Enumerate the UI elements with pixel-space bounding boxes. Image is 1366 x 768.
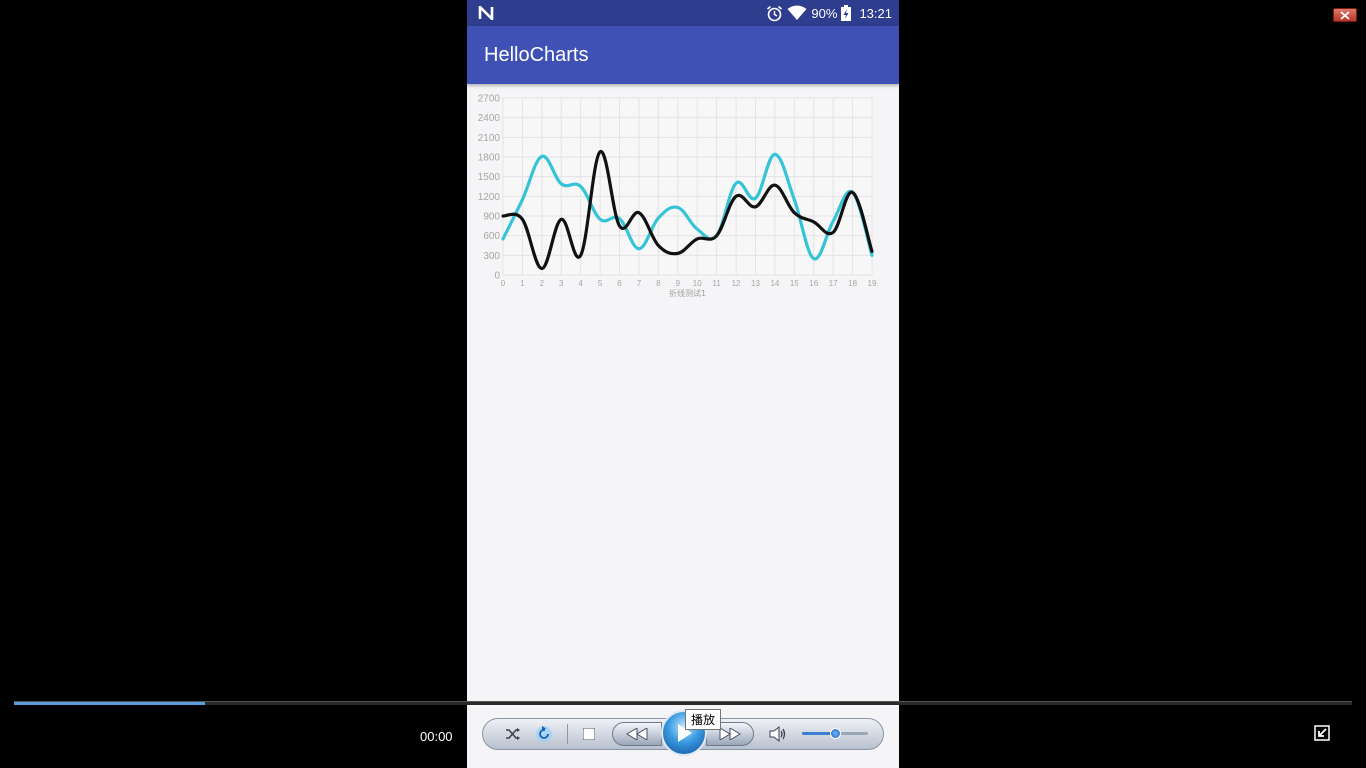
- x-tick-label: 4: [578, 279, 583, 288]
- y-tick-label: 1200: [478, 192, 501, 203]
- y-tick-label: 1500: [478, 172, 501, 183]
- close-icon: [1340, 10, 1350, 20]
- y-tick-label: 300: [483, 251, 500, 262]
- app-title: HelloCharts: [484, 44, 589, 66]
- seek-bar[interactable]: [14, 701, 1352, 705]
- stop-button[interactable]: [581, 726, 597, 742]
- x-tick-label: 16: [809, 279, 818, 288]
- x-tick-label: 14: [770, 279, 779, 288]
- wifi-icon: [787, 5, 807, 20]
- x-tick-label: 5: [598, 279, 603, 288]
- exit-fullscreen-icon: [1314, 725, 1330, 741]
- x-tick-label: 7: [637, 279, 642, 288]
- repeat-icon: [536, 726, 552, 742]
- y-tick-label: 1800: [478, 153, 501, 164]
- x-tick-label: 6: [617, 279, 622, 288]
- repeat-button[interactable]: [534, 724, 554, 744]
- phone-screen: 90% 13:21 HelloCharts 0 300 600 900 1200 1500…: [467, 0, 899, 768]
- battery-charging-icon: [841, 5, 852, 21]
- y-tick-label: 2100: [478, 133, 501, 144]
- x-tick-label: 1: [520, 279, 525, 288]
- play-tooltip: 播放: [685, 709, 722, 730]
- status-time: 13:21: [859, 5, 892, 21]
- y-tick-label: 2700: [478, 94, 501, 105]
- current-time: 00:00: [420, 729, 453, 744]
- status-bar: 90% 13:21: [467, 0, 899, 26]
- x-tick-label: 0: [501, 279, 506, 288]
- y-tick-label: 2400: [478, 113, 501, 124]
- x-tick-label: 9: [676, 279, 681, 288]
- shuffle-button[interactable]: [504, 725, 522, 743]
- battery-percent: 90%: [811, 5, 838, 21]
- x-tick-label: 17: [829, 279, 838, 288]
- x-tick-label: 2: [540, 279, 545, 288]
- x-tick-label: 18: [848, 279, 857, 288]
- exit-fullscreen-button[interactable]: [1314, 725, 1330, 741]
- alarm-icon: [767, 5, 783, 21]
- y-tick-label: 0: [494, 271, 500, 282]
- seek-progress: [14, 702, 206, 705]
- window-close-button[interactable]: [1333, 8, 1357, 22]
- x-tick-label: 12: [732, 279, 741, 288]
- x-tick-label: 19: [868, 279, 877, 288]
- shuffle-icon: [506, 728, 520, 740]
- rewind-icon: [626, 728, 648, 740]
- x-tick-label: 3: [559, 279, 564, 288]
- line-chart: 0300600900120015001800210024002700 01234…: [478, 94, 877, 299]
- stop-icon: [583, 728, 595, 740]
- volume-thumb[interactable]: [829, 728, 841, 739]
- y-tick-label: 600: [483, 231, 500, 242]
- x-tick-label: 15: [790, 279, 799, 288]
- speaker-icon: [769, 726, 786, 742]
- x-tick-label: 10: [693, 279, 702, 288]
- y-tick-label: 900: [483, 212, 500, 223]
- previous-button[interactable]: [612, 722, 662, 746]
- x-tick-label: 13: [751, 279, 760, 288]
- volume-slider[interactable]: [802, 728, 868, 739]
- mute-button[interactable]: [768, 725, 788, 743]
- control-divider: [567, 724, 568, 744]
- notification-n-icon: [478, 6, 494, 20]
- app-bar: HelloCharts: [467, 26, 899, 84]
- x-axis-label: 折线测试1: [669, 288, 706, 298]
- x-tick-label: 8: [656, 279, 661, 288]
- x-tick-label: 11: [712, 279, 721, 288]
- fast-forward-icon: [719, 728, 741, 740]
